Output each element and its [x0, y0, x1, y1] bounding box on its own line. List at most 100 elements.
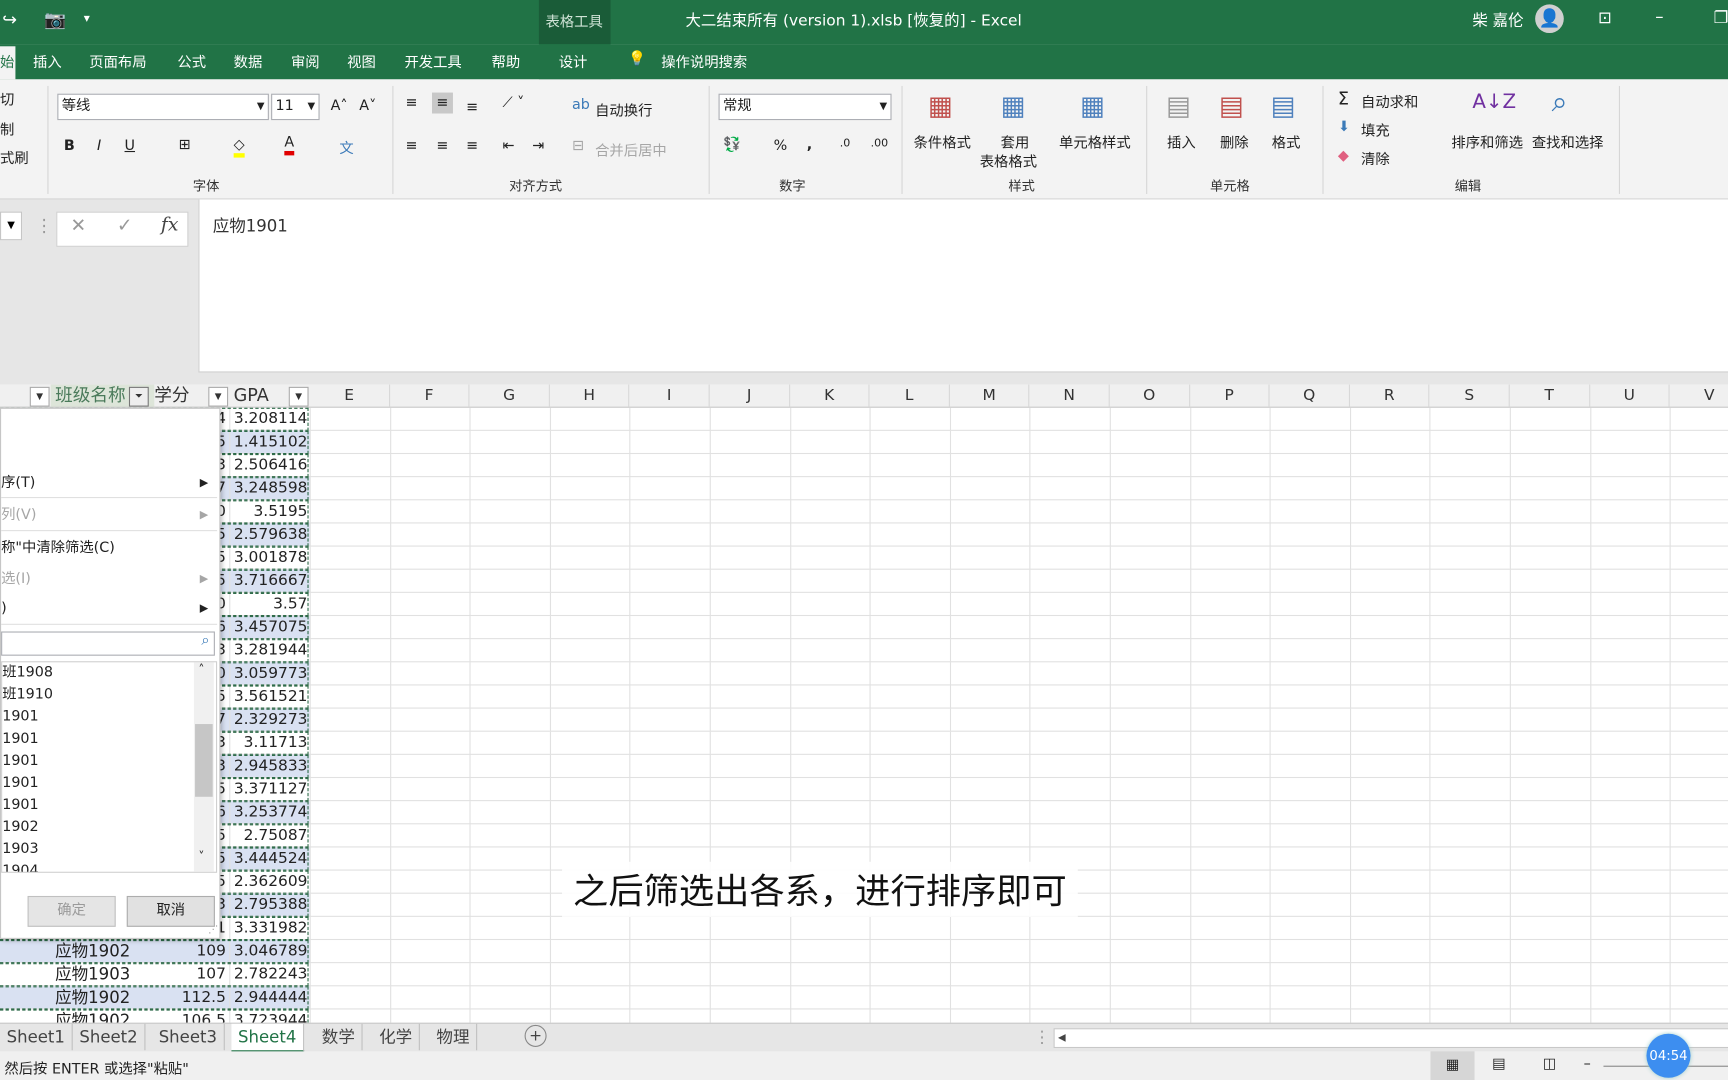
align-right-icon[interactable]: ≡	[466, 138, 478, 155]
cut-button[interactable]: 切	[0, 88, 14, 110]
clear-button[interactable]: 清除	[1361, 148, 1390, 169]
resize-grip-icon[interactable]: ⋰	[208, 925, 218, 936]
underline-icon[interactable]: U	[125, 138, 135, 155]
tab-developer[interactable]: 开发工具	[404, 51, 461, 72]
shrink-font-icon[interactable]: A˅	[359, 98, 376, 115]
column-header-T[interactable]: T	[1510, 384, 1590, 407]
wrap-text-button[interactable]: 自动换行	[595, 99, 652, 121]
tab-insert[interactable]: 插入	[33, 51, 62, 72]
sheet-tab[interactable]: Sheet1	[0, 1023, 73, 1051]
filter-list-item[interactable]: 1902	[2, 817, 38, 839]
column-header-Q[interactable]: Q	[1270, 384, 1350, 407]
filter-dropdown-a[interactable]: ▼	[29, 386, 50, 407]
name-box[interactable]: ▼	[0, 211, 23, 241]
function-icon[interactable]: fx	[161, 214, 179, 236]
format-cells-button[interactable]: 格式	[1272, 131, 1301, 153]
tab-formulas[interactable]: 公式	[177, 51, 206, 72]
delete-cells-button[interactable]: 删除	[1220, 131, 1249, 153]
enter-icon[interactable]: ✓	[117, 215, 133, 237]
column-header-G[interactable]: G	[470, 384, 550, 407]
scroll-up-icon[interactable]: ˄	[198, 662, 204, 676]
column-header-N[interactable]: N	[1030, 384, 1110, 407]
scroll-left-icon[interactable]: ◀	[1058, 1029, 1066, 1047]
italic-icon[interactable]: I	[97, 138, 101, 155]
autosum-button[interactable]: 自动求和	[1361, 90, 1418, 112]
split-grip-icon[interactable]: ⋮	[1034, 1027, 1051, 1047]
align-left-icon[interactable]: ≡	[406, 138, 418, 155]
column-header-P[interactable]: P	[1190, 384, 1270, 407]
column-header-K[interactable]: K	[790, 384, 870, 407]
redo-icon[interactable]: ↪	[2, 9, 17, 30]
add-sheet-icon[interactable]: +	[524, 1024, 547, 1047]
percent-icon[interactable]: %	[774, 138, 788, 155]
tab-review[interactable]: 审阅	[291, 51, 320, 72]
column-header-H[interactable]: H	[550, 384, 630, 407]
ribbon-display-icon[interactable]: ⊡	[1598, 8, 1612, 28]
column-header-I[interactable]: I	[630, 384, 710, 407]
decrease-decimal-icon[interactable]: .00	[871, 138, 889, 150]
ok-button[interactable]: 确定	[27, 895, 116, 927]
number-format-select[interactable]: 常规 ▼	[718, 93, 892, 121]
column-header-U[interactable]: U	[1590, 384, 1670, 407]
page-layout-view-icon[interactable]: ▤	[1492, 1056, 1506, 1073]
filter-active-icon[interactable]: ⏷	[128, 386, 149, 407]
sheet-tab[interactable]: 数学	[315, 1023, 363, 1051]
fill-color-icon[interactable]: ◇	[233, 137, 245, 158]
filter-list-item[interactable]: 1904	[2, 861, 38, 872]
user-name[interactable]: 柴 嘉伦	[1472, 9, 1523, 31]
filter-menu-item[interactable]: 序(T) ▶	[1, 472, 217, 496]
horizontal-scrollbar[interactable]: ◀	[1053, 1028, 1728, 1049]
tab-design[interactable]: 设计	[559, 51, 588, 72]
borders-icon[interactable]: ⊞	[179, 137, 191, 154]
increase-decimal-icon[interactable]: .0	[840, 138, 851, 150]
tab-data[interactable]: 数据	[234, 51, 263, 72]
filter-menu-item[interactable]: 选(I) ▶	[1, 568, 217, 592]
worksheet-grid[interactable]: 4 3.208114 5 1.415102 3 2.506416 7 3.248598 0 3.5…	[0, 407, 1728, 1033]
page-break-view-icon[interactable]: ◫	[1543, 1056, 1557, 1073]
column-header-M[interactable]: M	[950, 384, 1030, 407]
restore-icon[interactable]: ❐	[1714, 8, 1728, 28]
filter-dropdown-c[interactable]: ▼	[208, 386, 229, 407]
filter-list-item[interactable]: 1901	[2, 706, 38, 728]
minimize-icon[interactable]: –	[1655, 7, 1663, 27]
scroll-thumb[interactable]	[195, 724, 213, 797]
grow-font-icon[interactable]: A˄	[331, 98, 348, 115]
column-header-V[interactable]: V	[1670, 385, 1728, 407]
font-name-select[interactable]: 等线 ▼	[57, 93, 269, 121]
decrease-indent-icon[interactable]: ⇤	[503, 138, 515, 155]
column-header-E[interactable]: E	[310, 384, 390, 407]
customize-qat-icon[interactable]: ▾	[84, 11, 90, 25]
filter-list-item[interactable]: 班1908	[2, 662, 53, 684]
sheet-tab[interactable]: 物理	[430, 1023, 478, 1051]
copy-button[interactable]: 制	[0, 118, 14, 139]
filter-value-list[interactable]: 班1908 班1910 1901 1901 1901 1901 1901 1902 1903 19…	[1, 661, 218, 873]
find-select-button[interactable]: 查找和选择	[1532, 131, 1604, 153]
filter-list-item[interactable]: 1903	[2, 839, 38, 861]
formula-input[interactable]: 应物1901	[198, 199, 1728, 373]
filter-list-item[interactable]: 班1910	[2, 684, 53, 706]
format-painter-button[interactable]: 式刷	[0, 147, 29, 168]
currency-icon[interactable]: 💱	[723, 137, 741, 154]
merge-center-button[interactable]: 合并后居中	[595, 139, 667, 160]
filter-list-item[interactable]: 1901	[2, 795, 38, 817]
insert-cells-button[interactable]: 插入	[1167, 131, 1196, 153]
font-color-icon[interactable]: A	[284, 134, 295, 156]
sheet-tab[interactable]: 化学	[372, 1023, 420, 1051]
font-size-select[interactable]: 11 ▼	[271, 93, 320, 121]
comma-icon[interactable]: ,	[807, 137, 812, 154]
column-header-L[interactable]: L	[870, 384, 950, 407]
column-header-J[interactable]: J	[710, 384, 790, 407]
middle-align-icon[interactable]: ≡	[431, 92, 453, 114]
sort-filter-button[interactable]: 排序和筛选	[1451, 131, 1523, 153]
bottom-align-icon[interactable]: ≡	[466, 99, 478, 116]
orientation-icon[interactable]: ⟋ ˅	[503, 95, 525, 112]
tab-page-layout[interactable]: 页面布局	[89, 51, 146, 72]
filter-menu-item[interactable]: 列(V) ▶	[1, 504, 217, 528]
top-align-icon[interactable]: ≡	[406, 95, 418, 112]
filter-menu-item[interactable]: ) ▶	[1, 597, 217, 621]
cell-styles-button[interactable]: 单元格样式	[1059, 131, 1131, 153]
list-scrollbar[interactable]: ˄ ˅	[193, 662, 214, 872]
sheet-tab[interactable]: Sheet4	[231, 1023, 305, 1053]
filter-dropdown-d[interactable]: ▼	[288, 386, 309, 407]
camera-icon[interactable]: 📷	[44, 9, 66, 30]
